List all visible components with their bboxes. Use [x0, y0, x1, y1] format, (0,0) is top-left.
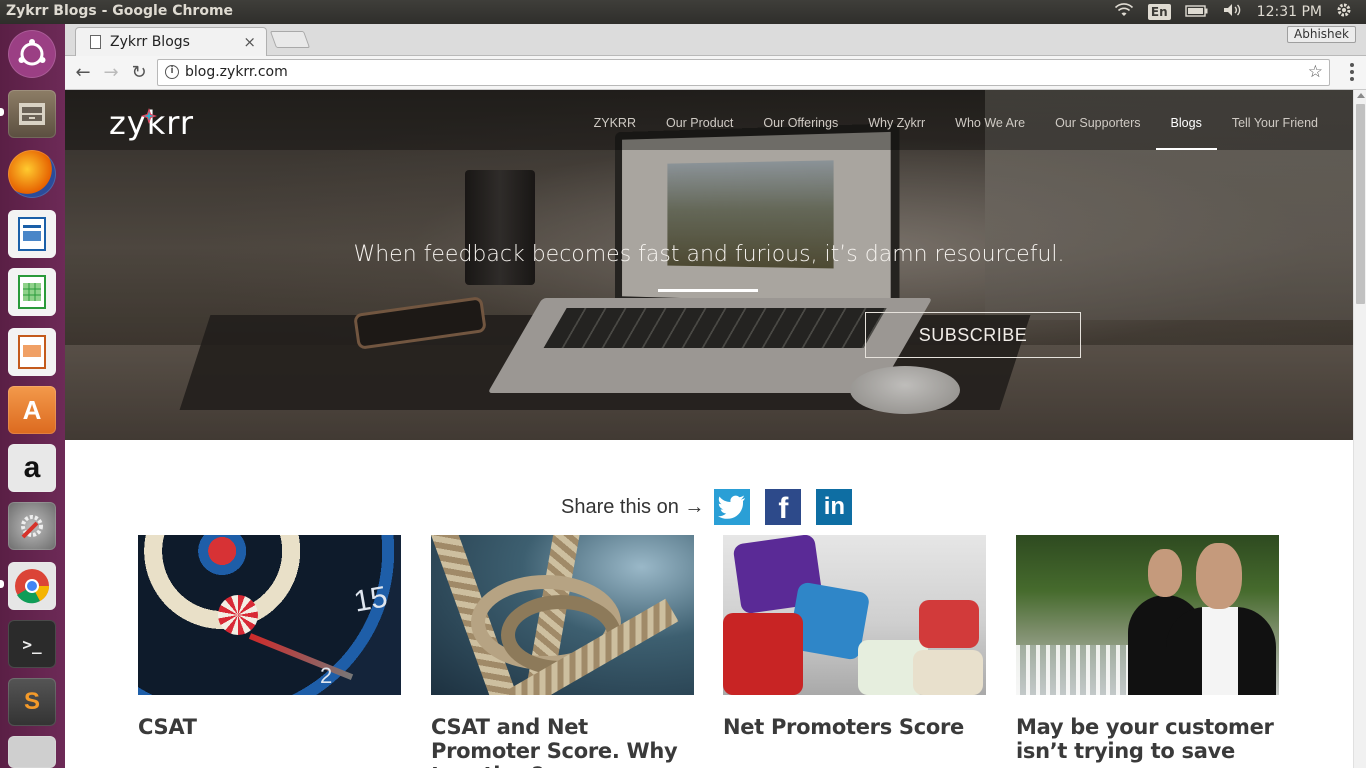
browser-toolbar: ← → ↻ i blog.zykrr.com ☆ [65, 56, 1366, 90]
site-nav-links: ZYKRR Our Product Our Offerings Why Zykrr Wh… [579, 90, 1333, 150]
tab-title: Zykrr Blogs [110, 34, 190, 50]
settings-gear-icon[interactable] [1336, 2, 1352, 22]
site-navbar: zykrr ZYKRR Our Product Our Offerings Why Z… [65, 90, 1353, 150]
zykrr-logo[interactable]: zykrr [109, 104, 194, 142]
nav-link-zykrr[interactable]: ZYKRR [579, 90, 651, 150]
nav-link-our-offerings[interactable]: Our Offerings [748, 90, 853, 150]
url-text[interactable]: blog.zykrr.com [185, 64, 288, 80]
reload-button[interactable]: ↻ [127, 61, 151, 85]
ubuntu-dash-icon[interactable] [8, 30, 56, 78]
blog-card-title[interactable]: CSAT and Net Promoter Score. Why togethe… [431, 715, 694, 768]
battery-icon[interactable] [1184, 3, 1209, 21]
hero-banner: zykrr ZYKRR Our Product Our Offerings Why Z… [65, 90, 1353, 440]
tab-close-icon[interactable]: × [243, 33, 256, 51]
hero-tagline: When feedback becomes fast and furious, … [353, 242, 1065, 267]
nav-link-who-we-are[interactable]: Who We Are [940, 90, 1040, 150]
tab-zykrr-blogs[interactable]: Zykrr Blogs × [75, 27, 267, 56]
page-favicon-icon [90, 35, 101, 49]
blog-card-title[interactable]: May be your customer isn’t trying to sav… [1016, 715, 1279, 763]
subscribe-button[interactable]: SUBSCRIBE [865, 312, 1081, 358]
nav-link-why-zykrr[interactable]: Why Zykrr [853, 90, 940, 150]
bookmark-star-icon[interactable]: ☆ [1308, 62, 1323, 82]
system-tray: En 12:31 PM [1114, 0, 1366, 24]
dartboard-image[interactable]: 15 2 [138, 535, 401, 695]
back-button[interactable]: ← [71, 61, 95, 85]
clock[interactable]: 12:31 PM [1257, 4, 1322, 20]
launcher: A a >_ S [0, 24, 65, 768]
window-title: Zykrr Blogs - Google Chrome [6, 3, 234, 19]
blog-card-title[interactable]: Net Promoters Score [723, 715, 986, 739]
nav-link-tell-your-friend[interactable]: Tell Your Friend [1217, 90, 1333, 150]
chrome-icon[interactable] [8, 562, 56, 610]
rope-knot-image[interactable] [431, 535, 694, 695]
profile-button[interactable]: Abhishek [1287, 26, 1356, 43]
blog-card[interactable]: May be your customer isn’t trying to sav… [1016, 535, 1279, 763]
nav-link-blogs[interactable]: Blogs [1155, 90, 1218, 150]
page-viewport: zykrr ZYKRR Our Product Our Offerings Why Z… [65, 90, 1353, 768]
blog-card[interactable]: CSAT and Net Promoter Score. Why togethe… [431, 535, 694, 768]
amazon-icon[interactable]: a [8, 444, 56, 492]
scroll-up-arrow-icon[interactable] [1357, 93, 1365, 98]
firefox-icon[interactable] [8, 150, 56, 198]
drive-icon[interactable] [8, 736, 56, 768]
chrome-menu-icon[interactable] [1350, 63, 1354, 84]
volume-icon[interactable] [1223, 3, 1243, 21]
keyboard-layout-indicator[interactable]: En [1147, 4, 1171, 20]
os-top-panel: Zykrr Blogs - Google Chrome En 12:31 PM [0, 0, 1366, 24]
blog-card[interactable]: Net Promoters Score [723, 535, 986, 739]
ubuntu-software-icon[interactable]: A [8, 386, 56, 434]
libreoffice-calc-icon[interactable] [8, 268, 56, 316]
nav-link-our-supporters[interactable]: Our Supporters [1040, 90, 1155, 150]
tab-strip: Zykrr Blogs × Abhishek [65, 24, 1366, 56]
facebook-icon[interactable]: f [765, 489, 802, 525]
chrome-window: Zykrr Blogs × Abhishek ← → ↻ i blog.zykr… [65, 24, 1366, 768]
files-icon[interactable] [8, 90, 56, 138]
wifi-icon[interactable] [1114, 3, 1134, 21]
twitter-icon[interactable] [714, 489, 751, 525]
page-scrollbar[interactable] [1353, 90, 1366, 768]
forward-button[interactable]: → [99, 61, 123, 85]
tagline-underline [658, 289, 758, 292]
logo-spark-icon [141, 108, 157, 124]
system-settings-icon[interactable] [8, 502, 56, 550]
libreoffice-impress-icon[interactable] [8, 328, 56, 376]
blog-card[interactable]: 15 2 CSAT [138, 535, 401, 739]
linkedin-icon[interactable]: in [816, 489, 853, 525]
share-label: Share this on → [561, 495, 705, 518]
share-bar: Share this on → f in [561, 489, 853, 525]
site-info-icon[interactable]: i [165, 65, 179, 79]
dice-image[interactable] [723, 535, 986, 695]
scrollbar-thumb[interactable] [1356, 104, 1365, 304]
libreoffice-writer-icon[interactable] [8, 210, 56, 258]
sublime-text-icon[interactable]: S [8, 678, 56, 726]
running-indicator [0, 580, 4, 588]
blog-card-title[interactable]: CSAT [138, 715, 401, 739]
terminal-icon[interactable]: >_ [8, 620, 56, 668]
address-bar[interactable]: i blog.zykrr.com ☆ [157, 59, 1330, 86]
nav-link-our-product[interactable]: Our Product [651, 90, 748, 150]
waiters-image[interactable] [1016, 535, 1279, 695]
running-indicator [0, 108, 4, 116]
new-tab-button[interactable] [269, 31, 311, 48]
